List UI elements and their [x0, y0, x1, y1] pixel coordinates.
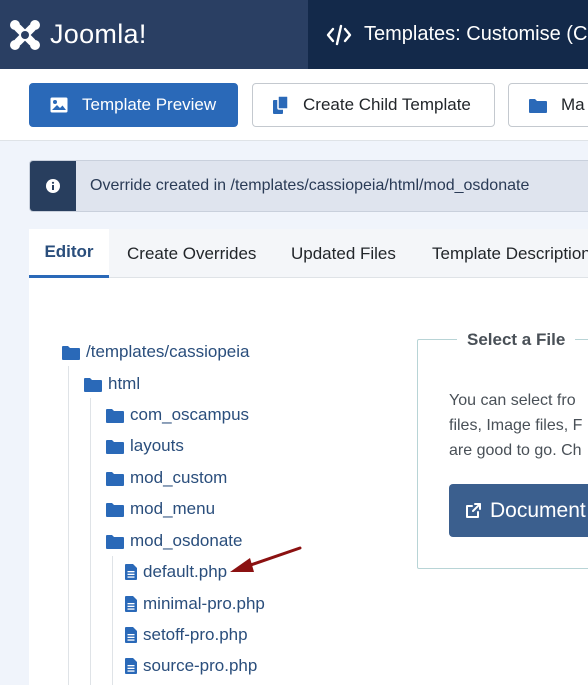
file-icon: [125, 627, 137, 643]
annotation-arrow-icon: [228, 544, 304, 581]
code-icon: [326, 24, 352, 46]
page-header: Templates: Customise (C: [308, 0, 588, 69]
external-link-icon: [465, 502, 482, 519]
tree-folder-mod-menu[interactable]: mod_menu: [106, 497, 215, 521]
logo[interactable]: Joomla!: [0, 0, 308, 69]
select-file-legend: Select a File: [457, 330, 576, 350]
tree-folder-layouts[interactable]: layouts: [106, 434, 184, 458]
tree-file-source-pro-php[interactable]: source-pro.php: [125, 654, 257, 678]
documentation-button[interactable]: Document: [449, 484, 588, 537]
header: Joomla! Templates: Customise (C: [0, 0, 588, 69]
tree-file-minimal-pro-php[interactable]: minimal-pro.php: [125, 592, 265, 616]
folder-icon: [529, 98, 547, 113]
folder-icon: [84, 377, 102, 392]
joomla-logo-icon: [8, 18, 42, 52]
folder-icon: [106, 471, 124, 486]
tree-file-setoff-pro-php[interactable]: setoff-pro.php: [125, 623, 248, 647]
file-icon: [125, 658, 137, 674]
info-icon: [30, 161, 76, 211]
manage-folders-button[interactable]: Ma: [508, 83, 588, 127]
alert-message: Override created in /templates/cassiopei…: [90, 177, 530, 194]
tab-updated-files[interactable]: Updated Files: [291, 229, 396, 278]
tree-folder-root[interactable]: /templates/cassiopeia: [62, 340, 249, 364]
select-file-help: You can select fro files, Image files, F…: [449, 392, 583, 459]
toolbar: Template Preview Create Child Template M…: [0, 69, 588, 141]
file-icon: [125, 596, 137, 612]
tree-folder-mod-custom[interactable]: mod_custom: [106, 466, 227, 490]
folder-icon: [106, 534, 124, 549]
tab-editor[interactable]: Editor: [29, 229, 109, 278]
image-icon: [50, 97, 68, 113]
tree-guide-line: [90, 398, 91, 685]
folder-icon: [106, 439, 124, 454]
tree-guide-line: [68, 366, 69, 685]
folder-icon: [106, 408, 124, 423]
tree-guide-line: [112, 556, 113, 685]
tab-create-overrides[interactable]: Create Overrides: [127, 229, 256, 278]
tree-folder-com-oscampus[interactable]: com_oscampus: [106, 403, 249, 427]
tab-template-description[interactable]: Template Description: [432, 229, 588, 278]
logo-text: Joomla!: [50, 19, 147, 49]
file-icon: [125, 564, 137, 580]
folder-icon: [62, 345, 80, 360]
tree-file-default-php[interactable]: default.php: [125, 560, 227, 584]
tab-bar: Editor Create Overrides Updated Files Te…: [29, 229, 588, 278]
template-preview-button[interactable]: Template Preview: [29, 83, 238, 127]
create-child-template-button[interactable]: Create Child Template: [252, 83, 495, 127]
folder-icon: [106, 502, 124, 517]
tree-folder-html[interactable]: html: [84, 372, 140, 396]
copy-icon: [273, 96, 289, 114]
tree-folder-mod-osdonate[interactable]: mod_osdonate: [106, 529, 242, 553]
page-title: Templates: Customise (C: [364, 23, 588, 45]
info-alert: Override created in /templates/cassiopei…: [29, 160, 588, 212]
